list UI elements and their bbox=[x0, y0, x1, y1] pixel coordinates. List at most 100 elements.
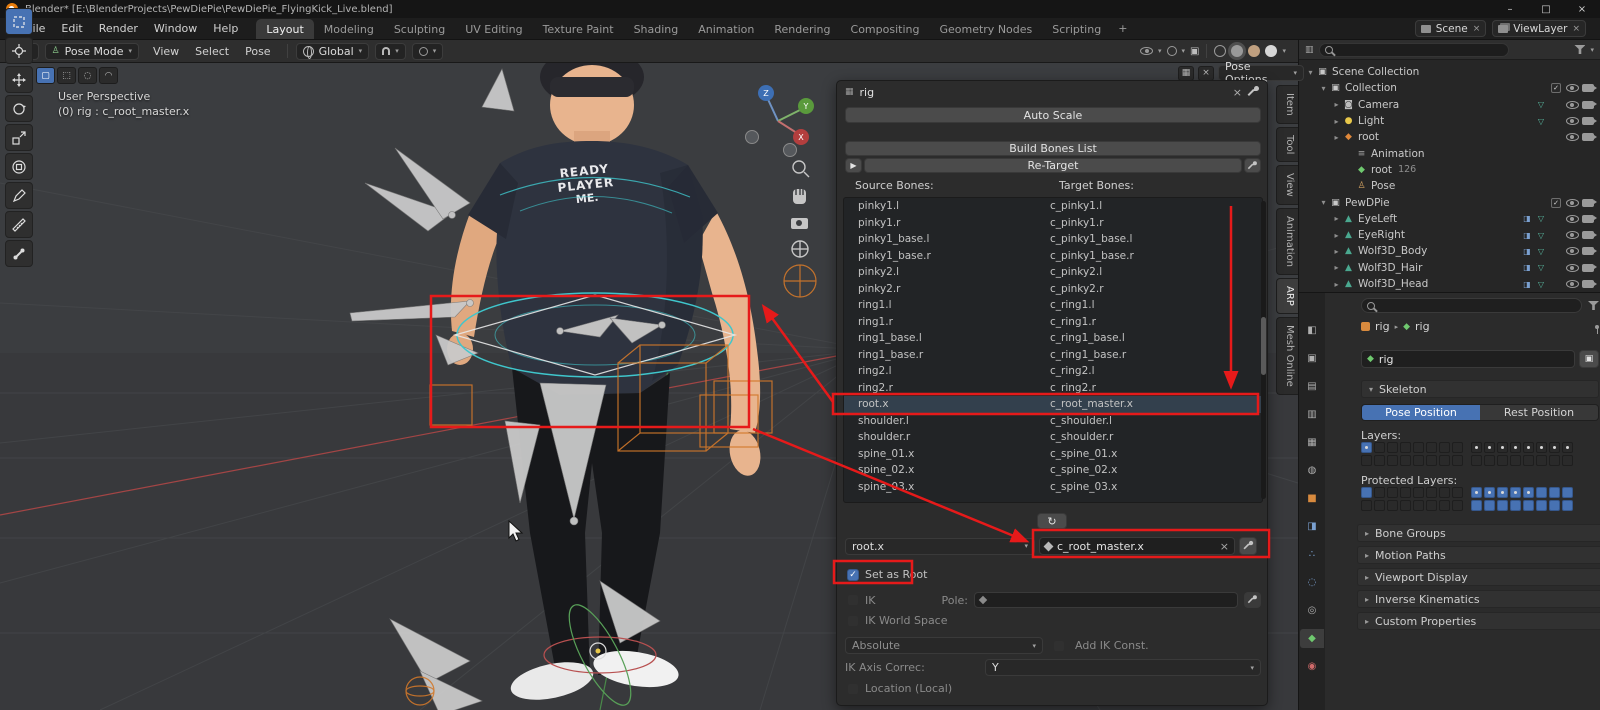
build-bones-list-button[interactable]: Build Bones List bbox=[845, 141, 1261, 156]
viewport-menu-select[interactable]: Select bbox=[187, 43, 237, 60]
tab-particles-icon[interactable]: ∴ bbox=[1300, 545, 1324, 564]
bone-map-row[interactable]: pinky1_base.l c_pinky1_base.l bbox=[844, 231, 1262, 248]
layer-cell[interactable] bbox=[1413, 455, 1424, 466]
scale-tool[interactable] bbox=[5, 124, 33, 151]
disable-render-camera-icon[interactable] bbox=[1582, 231, 1597, 240]
layer-cell[interactable] bbox=[1400, 442, 1411, 453]
disable-render-camera-icon[interactable] bbox=[1582, 247, 1597, 256]
hide-viewport-eye-icon[interactable] bbox=[1565, 280, 1579, 288]
bone-map-row[interactable]: ring1_base.l c_ring1_base.l bbox=[844, 330, 1262, 347]
layer-cell[interactable] bbox=[1497, 442, 1508, 453]
sidebar-tab-mesh-online[interactable]: Mesh Online bbox=[1276, 316, 1298, 395]
expander-icon[interactable]: ▸ bbox=[1331, 214, 1342, 223]
bone-map-row[interactable]: ring2.l c_ring2.l bbox=[844, 363, 1262, 380]
properties-search-input[interactable] bbox=[1361, 298, 1582, 313]
tab-object-icon[interactable]: ■ bbox=[1300, 489, 1324, 508]
layer-cell[interactable] bbox=[1549, 442, 1560, 453]
panel-close-icon[interactable]: × bbox=[1233, 86, 1242, 99]
workspace-tab-layout[interactable]: Layout bbox=[256, 19, 314, 39]
layer-cell[interactable] bbox=[1361, 455, 1372, 466]
cursor-tool[interactable] bbox=[5, 37, 33, 64]
bone-tool[interactable] bbox=[5, 240, 33, 267]
layer-cell[interactable] bbox=[1439, 455, 1450, 466]
outliner-row-root[interactable]: ▸ ◆ root bbox=[1299, 129, 1600, 145]
section-custom-properties[interactable]: ▸ Custom Properties bbox=[1357, 612, 1600, 630]
tab-modifiers-icon[interactable]: ◨ bbox=[1300, 517, 1324, 536]
protected-layer-cell[interactable] bbox=[1361, 487, 1372, 498]
bone-map-row[interactable]: pinky2.r c_pinky2.r bbox=[844, 281, 1262, 298]
protected-layer-cell[interactable] bbox=[1374, 487, 1385, 498]
protected-layer-cell[interactable] bbox=[1510, 500, 1521, 511]
disable-render-camera-icon[interactable] bbox=[1582, 280, 1597, 288]
tab-physics-icon[interactable]: ◌ bbox=[1300, 573, 1324, 592]
tab-view-layer-icon[interactable]: ▥ bbox=[1300, 405, 1324, 424]
mode-selector[interactable]: ♙ Pose Mode ▾ bbox=[44, 42, 140, 60]
shading-material-icon[interactable] bbox=[1248, 45, 1261, 57]
target-bone-field[interactable]: c_root_master.x × bbox=[1039, 537, 1235, 555]
select-mode-lasso[interactable]: ◠ bbox=[99, 67, 118, 84]
source-bone-dropdown[interactable]: root.x ▾ bbox=[845, 537, 1035, 555]
protected-layer-cell[interactable] bbox=[1549, 500, 1560, 511]
scene-unlink-icon[interactable]: × bbox=[1473, 24, 1481, 34]
viewport-menu-view[interactable]: View bbox=[145, 43, 187, 60]
tab-render-icon[interactable]: ▣ bbox=[1300, 349, 1324, 368]
protected-layer-cell[interactable] bbox=[1387, 500, 1398, 511]
protected-layer-cell[interactable] bbox=[1497, 500, 1508, 511]
outliner-search-input[interactable] bbox=[1318, 42, 1509, 57]
layer-cell[interactable] bbox=[1426, 455, 1437, 466]
layer-cell[interactable] bbox=[1510, 455, 1521, 466]
sidebar-tab-arp[interactable]: ARP bbox=[1276, 277, 1298, 314]
maximize-button[interactable]: □ bbox=[1528, 0, 1564, 18]
hide-viewport-eye-icon[interactable] bbox=[1565, 117, 1579, 126]
protected-layer-cell[interactable] bbox=[1523, 500, 1534, 511]
protected-layer-cell[interactable] bbox=[1413, 500, 1424, 511]
tab-scene-icon[interactable]: ▦ bbox=[1300, 433, 1324, 452]
pin-icon[interactable] bbox=[1595, 324, 1599, 334]
layer-cell[interactable] bbox=[1549, 455, 1560, 466]
hide-viewport-eye-icon[interactable] bbox=[1565, 231, 1579, 240]
protected-layer-cell[interactable] bbox=[1452, 500, 1463, 511]
outliner-row-scene-collection[interactable]: ▾ ▣ Scene Collection bbox=[1299, 64, 1600, 80]
hide-viewport-eye-icon[interactable] bbox=[1565, 214, 1579, 223]
tab-world-icon[interactable]: ◍ bbox=[1300, 461, 1324, 480]
panel-eyedropper-icon[interactable] bbox=[1248, 86, 1259, 98]
outliner-row-wolf3d_hair[interactable]: ▸ ▲ Wolf3D_Hair ◨ ▽ bbox=[1299, 260, 1600, 276]
expander-icon[interactable]: ▾ bbox=[1318, 84, 1329, 93]
ik-axis-dropdown[interactable]: Y ▾ bbox=[985, 659, 1261, 676]
retarget-settings-icon[interactable] bbox=[1244, 158, 1261, 173]
sidebar-tab-view[interactable]: View bbox=[1276, 165, 1298, 205]
layer-cell[interactable] bbox=[1400, 455, 1411, 466]
layer-cell[interactable] bbox=[1562, 455, 1573, 466]
layers-grid-right[interactable] bbox=[1471, 442, 1573, 466]
overlays-icon[interactable] bbox=[1166, 46, 1177, 56]
viewport-menu-pose[interactable]: Pose bbox=[237, 43, 278, 60]
breadcrumb-object[interactable]: rig bbox=[1375, 320, 1390, 333]
hide-viewport-eye-icon[interactable] bbox=[1565, 247, 1579, 256]
disable-render-camera-icon[interactable] bbox=[1582, 214, 1597, 223]
auto-scale-button[interactable]: Auto Scale bbox=[845, 107, 1261, 123]
viewlayer-selector[interactable]: ViewLayer × bbox=[1492, 20, 1586, 37]
workspace-tab-geometry-nodes[interactable]: Geometry Nodes bbox=[929, 19, 1042, 39]
expander-icon[interactable]: ▸ bbox=[1331, 280, 1342, 289]
properties-filter-icon[interactable] bbox=[1588, 301, 1599, 310]
add-workspace-button[interactable]: + bbox=[1111, 22, 1134, 35]
bone-map-row[interactable]: pinky1.r c_pinky1.r bbox=[844, 215, 1262, 232]
layer-cell[interactable] bbox=[1387, 442, 1398, 453]
bone-map-row[interactable]: pinky1.l c_pinky1.l bbox=[844, 198, 1262, 215]
protected-layer-cell[interactable] bbox=[1536, 500, 1547, 511]
layer-cell[interactable] bbox=[1497, 455, 1508, 466]
hide-viewport-eye-icon[interactable] bbox=[1565, 100, 1579, 109]
outliner-row-camera[interactable]: ▸ ◙ Camera ▽ bbox=[1299, 97, 1600, 113]
workspace-tab-rendering[interactable]: Rendering bbox=[764, 19, 840, 39]
menu-window[interactable]: Window bbox=[146, 20, 205, 37]
clear-target-icon[interactable]: × bbox=[1220, 540, 1229, 553]
layer-cell[interactable] bbox=[1484, 455, 1495, 466]
transform-orientation-dropdown[interactable]: Global ▾ bbox=[295, 42, 370, 60]
outliner-row-eyeleft[interactable]: ▸ ▲ EyeLeft ◨ ▽ bbox=[1299, 211, 1600, 227]
bone-map-row[interactable]: spine_03.x c_spine_03.x bbox=[844, 479, 1262, 496]
select-mode-tweak[interactable]: ▢ bbox=[36, 67, 55, 84]
pose-options-dropdown[interactable]: Pose Options ▾ bbox=[1218, 60, 1304, 86]
shading-rendered-icon[interactable] bbox=[1265, 45, 1278, 57]
protected-layer-cell[interactable] bbox=[1439, 500, 1450, 511]
bone-map-row[interactable]: pinky1_base.r c_pinky1_base.r bbox=[844, 248, 1262, 265]
